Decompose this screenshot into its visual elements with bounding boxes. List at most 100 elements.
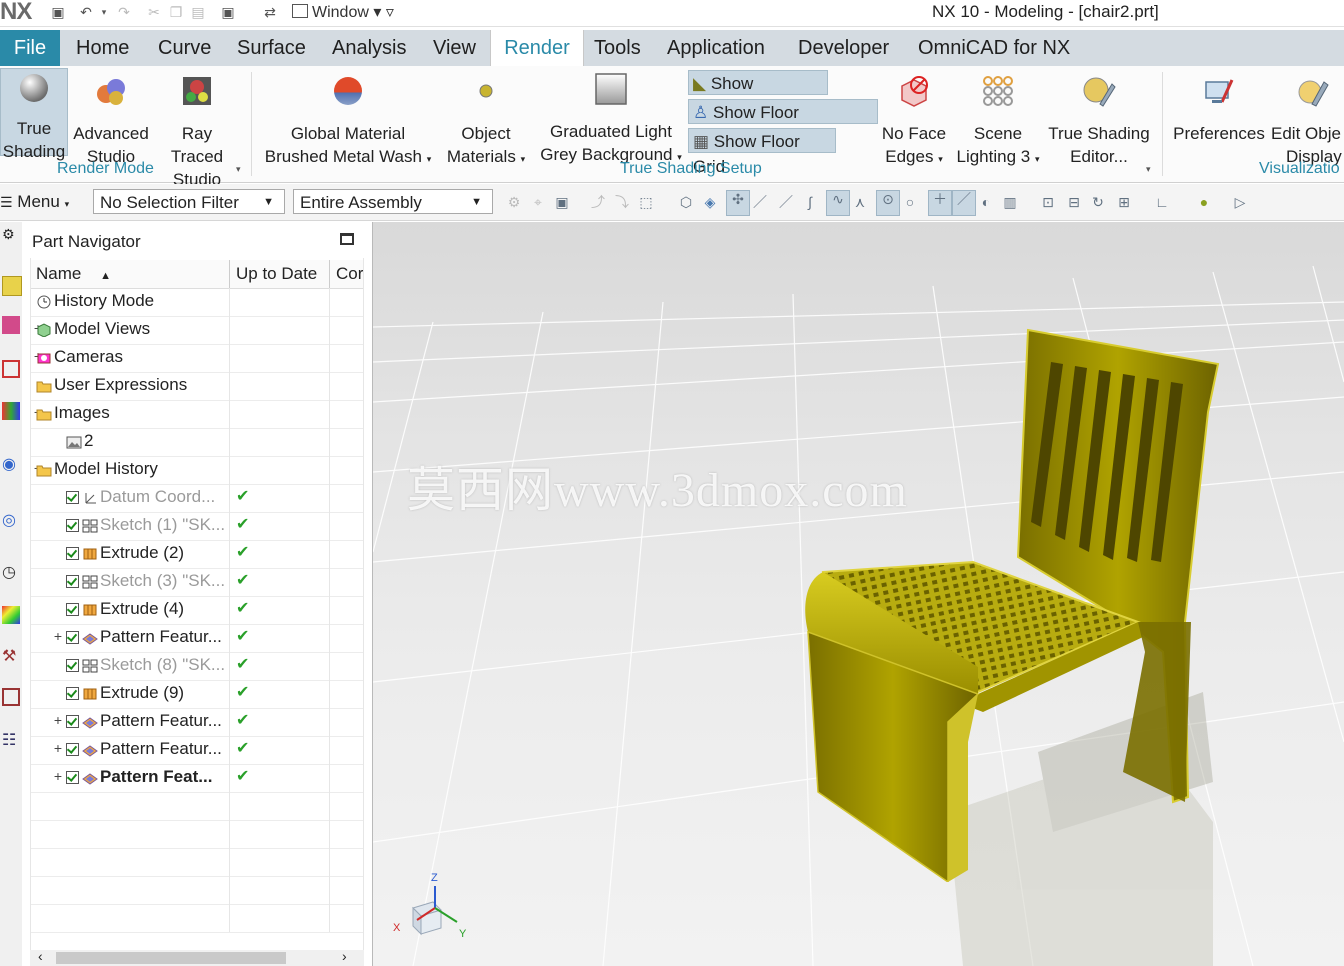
select-body-icon[interactable]: ⌖ [530,194,546,210]
global-material-button[interactable]: Global Material Brushed Metal Wash ▾ [262,74,434,171]
rectangle-select-icon[interactable]: ⬚ [638,194,654,210]
intersection-point-icon[interactable]: ∿ [826,190,850,216]
assembly-navigator-icon[interactable] [2,276,22,296]
scene-lighting-button[interactable]: Scene Lighting 3 ▾ [952,74,1044,171]
feature-checkbox[interactable] [66,519,79,532]
select-face-icon[interactable]: ⬡ [678,194,694,210]
expand-icon[interactable]: + [52,768,64,784]
wcs-icon[interactable]: ∟ [1154,194,1170,210]
feature-checkbox[interactable] [66,491,79,504]
arc-center-point-icon[interactable]: ⊙ [876,190,900,216]
tree-row[interactable]: History Mode [30,288,363,317]
bounded-grid-icon[interactable]: ▥ [1002,194,1018,210]
preferences-button[interactable]: Preferences [1172,74,1266,145]
tree-row[interactable]: Extrude (2) ✔ [30,540,363,569]
menu-button[interactable]: ☰ Menu ▾ [0,192,69,212]
tree-row[interactable]: Extrude (9) ✔ [30,680,363,709]
tab-analysis[interactable]: Analysis [332,30,406,66]
tab-home[interactable]: Home [76,30,129,66]
tree-row[interactable]: + Pattern Feat... ✔ [30,764,363,793]
scope-dropdown[interactable]: Entire Assembly ▼ [293,189,493,214]
graphics-window[interactable]: 莫西网www.3dmox.com Z X Y [373,222,1344,966]
object-materials-button[interactable]: Object Materials ▾ [442,74,530,171]
show-floor-reflection-toggle[interactable]: ♙ Show Floor Reflection [688,99,878,147]
tree-row[interactable]: Sketch (3) "SK... ✔ [30,568,363,597]
feature-checkbox[interactable] [66,687,79,700]
tab-surface[interactable]: Surface [237,30,306,66]
tree-row[interactable]: Sketch (1) "SK... ✔ [30,512,363,541]
true-shading-editor-button[interactable]: True Shading Editor... [1046,74,1152,168]
feature-checkbox[interactable] [66,575,79,588]
process-studio-icon[interactable]: ⚒ [2,646,20,665]
tab-omnicad[interactable]: OmniCAD for NX [918,30,1070,66]
part-navigator-icon[interactable] [2,360,20,378]
feature-checkbox[interactable] [66,631,79,644]
render-mode-expand-icon[interactable]: ▾ [236,164,241,175]
web-browser-icon[interactable]: ◉ [2,454,20,473]
system-materials-icon[interactable] [2,606,20,624]
tree-row[interactable]: −Model History [30,456,363,485]
rotate-icon[interactable]: ↻ [1090,194,1106,210]
switch-window-icon[interactable]: ⇄ [262,4,278,20]
save-all-icon[interactable]: ▣ [220,4,236,20]
tree-row[interactable]: Sketch (8) "SK... ✔ [30,652,363,681]
tree-row[interactable]: +Cameras [30,344,363,373]
column-name[interactable]: Name ▲ [36,264,111,284]
window-menu[interactable]: Window ▾ ▿ [292,2,394,22]
manufacturing-wizards-icon[interactable] [2,688,20,706]
select-feature-icon[interactable]: ⚙ [506,194,522,210]
orient-view-icon[interactable]: ⊞ [1116,194,1132,210]
arc-center-icon[interactable]: ⋏ [852,194,868,210]
expand-icon[interactable]: + [52,740,64,756]
expand-icon[interactable]: + [52,628,64,644]
tab-tools[interactable]: Tools [594,30,641,66]
show-hide-icon[interactable]: ▷ [1232,194,1248,210]
copy-icon[interactable]: ❐ [168,4,184,20]
no-face-edges-button[interactable]: No Face Edges ▾ [880,74,948,171]
feature-checkbox[interactable] [66,715,79,728]
tab-view[interactable]: View [433,30,476,66]
undo-icon[interactable]: ↶ [78,4,94,20]
tree-row[interactable]: + Pattern Featur... ✔ [30,624,363,653]
scroll-left-icon[interactable]: ‹ [38,948,43,964]
roles-icon[interactable]: ☷ [2,730,20,749]
tab-curve[interactable]: Curve [158,30,211,66]
undo-dropdown-icon[interactable]: ▾ [96,4,112,20]
column-up-to-date[interactable]: Up to Date [236,264,317,284]
tab-render[interactable]: Render [490,30,584,66]
tab-developer[interactable]: Developer [798,30,889,66]
zoom-icon[interactable]: ⊟ [1066,194,1082,210]
render-style-icon[interactable]: ● [1196,194,1212,210]
tree-row[interactable]: +Model Views [30,316,363,345]
column-comment[interactable]: Cor [336,264,363,284]
select-children-icon[interactable]: ⤵ [614,194,630,210]
edit-object-display-button[interactable]: Edit Obje Display [1268,74,1344,168]
cut-icon[interactable]: ✂ [146,4,162,20]
snap-point-icon[interactable]: ✣ [726,190,750,216]
tree-row[interactable]: Datum Coord... ✔ [30,484,363,513]
advanced-studio-button[interactable]: Advanced Studio [72,74,150,168]
scrollbar-thumb[interactable] [56,952,286,964]
feature-checkbox[interactable] [66,547,79,560]
true-shading-button[interactable]: True Shading [0,68,68,161]
tab-application[interactable]: Application [667,30,765,66]
scroll-right-icon[interactable]: › [342,948,347,964]
show-shadows-toggle[interactable]: ◣ Show Shadows [688,70,828,118]
control-point-icon[interactable]: ∫ [802,194,818,210]
tree-row[interactable]: User Expressions [30,372,363,401]
settings-gear-icon[interactable]: ⚙ [2,226,20,244]
selection-filter-dropdown[interactable]: No Selection Filter ▼ [93,189,285,214]
tree-row[interactable]: + Pattern Featur... ✔ [30,708,363,737]
feature-checkbox[interactable] [66,771,79,784]
tree-row[interactable]: Extrude (4) ✔ [30,596,363,625]
existing-point-icon[interactable]: ＋ [928,190,952,216]
feature-checkbox[interactable] [66,659,79,672]
true-shading-setup-expand-icon[interactable]: ▾ [1146,164,1151,175]
general-selection-icon[interactable]: ▣ [554,194,570,210]
feature-checkbox[interactable] [66,603,79,616]
tree-row[interactable]: −Images [30,400,363,429]
clock-icon[interactable]: ◷ [2,562,20,581]
end-point-icon[interactable]: ／ [752,194,768,210]
expand-icon[interactable]: + [52,712,64,728]
select-solid-icon[interactable]: ◈ [702,194,718,210]
